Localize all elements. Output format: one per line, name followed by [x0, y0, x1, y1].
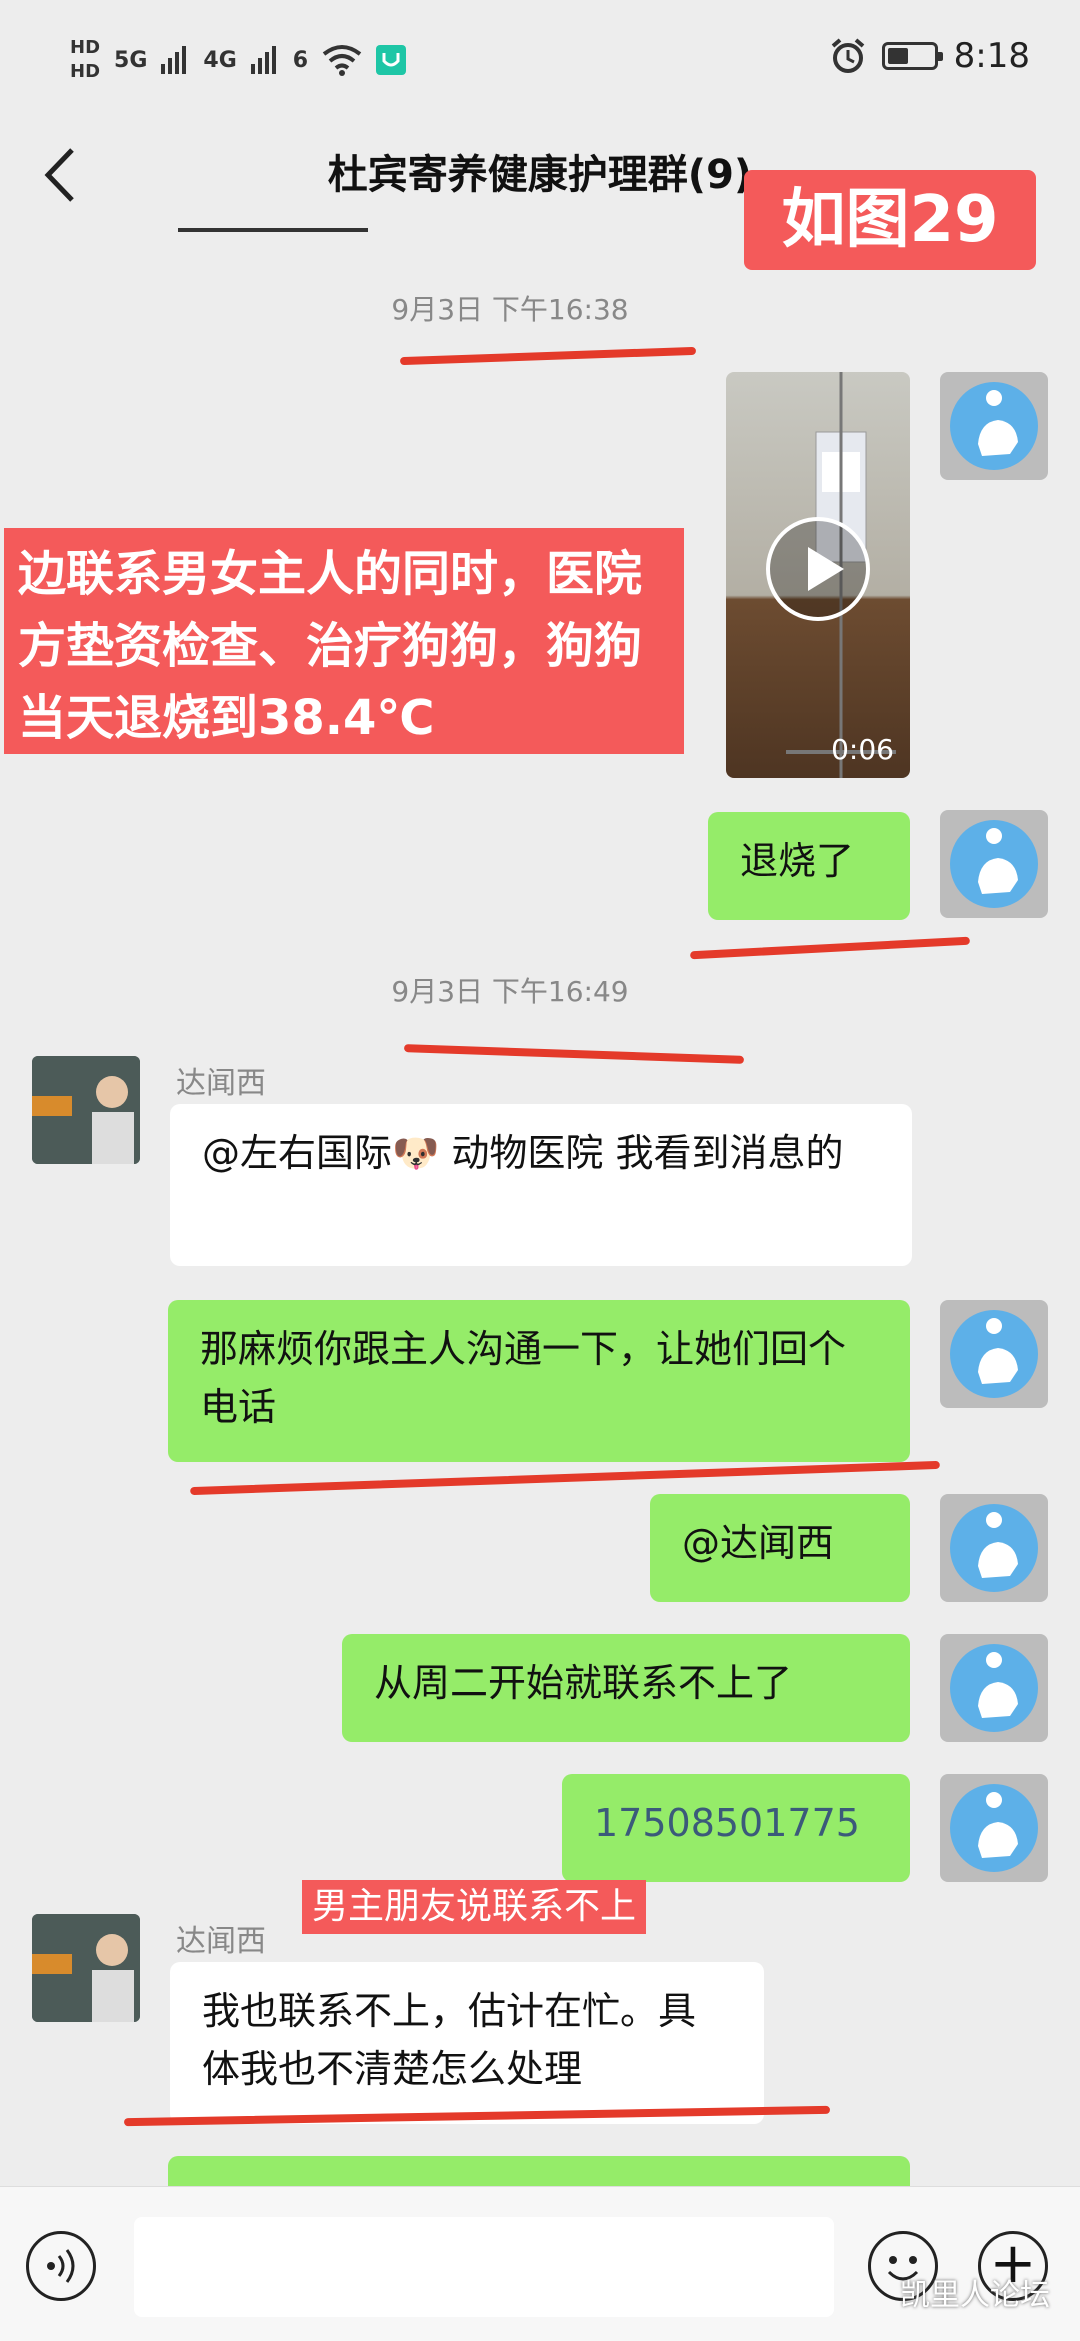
annotation-figure-tag: 如图29 [744, 170, 1036, 270]
scribble-underline [689, 936, 971, 960]
timestamp: 9月3日 下午16:49 [391, 975, 629, 1008]
message-bubble-self[interactable]: @达闻西 [650, 1494, 910, 1602]
annotation-note: 边联系男女主人的同时，医院方垫资检查、治疗狗狗，狗狗当天退烧到38.4℃ [4, 528, 684, 754]
watermark: 凯里人论坛 [900, 2278, 1050, 2313]
person-avatar-icon [32, 1056, 140, 1164]
status-right: 8:18 [830, 36, 1030, 76]
app-notification-icon [376, 45, 407, 75]
avatar-self[interactable] [940, 1300, 1048, 1408]
timestamp: 9月3日 下午16:38 [391, 293, 629, 326]
avatar-self[interactable] [940, 810, 1048, 918]
sender-name: 达闻西 [176, 1066, 266, 1101]
battery-icon [881, 42, 943, 70]
dog-avatar-icon [978, 1652, 1018, 1718]
dog-avatar-icon [978, 828, 1018, 894]
input-bar: + [0, 2186, 1080, 2341]
dog-avatar-icon [978, 1792, 1018, 1858]
title-underline [178, 228, 368, 232]
scribble-underline [399, 346, 697, 366]
avatar-other[interactable] [32, 1056, 140, 1164]
message-bubble-other[interactable]: @左右国际🐶 动物医院 我看到消息的 [170, 1104, 912, 1266]
annotation-note-small: 男主朋友说联系不上 [302, 1880, 647, 1934]
message-bubble-self[interactable]: 那麻烦你跟主人沟通一下，让她们回个电话 [168, 1300, 910, 1462]
clock: 8:18 [953, 36, 1030, 76]
voice-wave-icon [47, 2249, 75, 2283]
signal-bars-icon [161, 46, 187, 74]
scribble-underline [190, 1460, 940, 1496]
message-bubble-self[interactable]: 退烧了 [708, 812, 910, 920]
avatar-other[interactable] [32, 1914, 140, 2022]
scribble-underline [403, 1044, 745, 1064]
message-bubble-self[interactable]: 从周二开始就联系不上了 [342, 1634, 910, 1742]
sender-name: 达闻西 [176, 1924, 266, 1959]
status-bar: HD HD 5G 4G 6 8:18 [0, 0, 1080, 120]
signal-5g: 5G [114, 47, 148, 73]
wifi-icon [322, 45, 362, 76]
signal-4g: 4G [203, 47, 237, 73]
alarm-icon [831, 38, 864, 73]
avatar-self[interactable] [940, 372, 1048, 480]
message-input[interactable] [134, 2217, 834, 2317]
signal-bars-icon [250, 46, 276, 74]
status-left: HD HD 5G 4G 6 [70, 30, 407, 90]
play-icon[interactable] [766, 517, 870, 621]
message-bubble-partial [168, 2156, 910, 2186]
video-duration: 0:06 [831, 733, 894, 766]
avatar-self[interactable] [940, 1774, 1048, 1882]
dog-avatar-icon [978, 1318, 1018, 1384]
person-avatar-icon [32, 1914, 140, 2022]
voice-icon[interactable] [26, 2231, 96, 2301]
avatar-self[interactable] [940, 1634, 1048, 1742]
message-bubble-phone[interactable]: 17508501775 [562, 1774, 910, 1882]
hd-indicator: HD HD [70, 37, 101, 82]
dog-avatar-icon [978, 1512, 1018, 1578]
video-message[interactable]: 0:06 [726, 372, 910, 778]
message-bubble-other[interactable]: 我也联系不上，估计在忙。具体我也不清楚怎么处理 [170, 1962, 764, 2124]
avatar-self[interactable] [940, 1494, 1048, 1602]
wifi-6-tag: 6 [292, 47, 309, 73]
dog-avatar-icon [978, 390, 1018, 456]
